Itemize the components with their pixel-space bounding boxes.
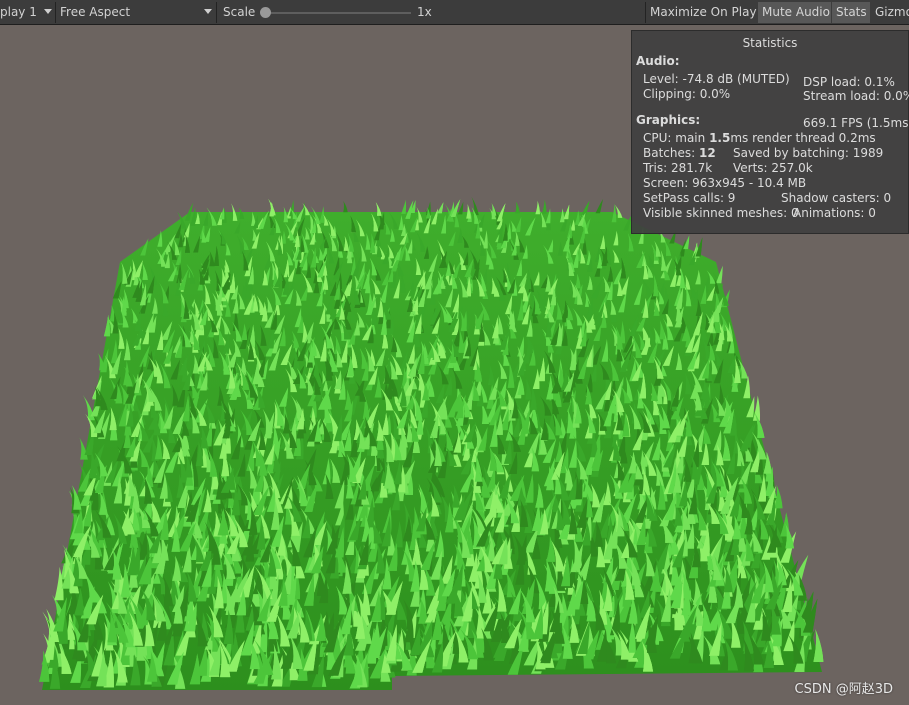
grass-blade [343,201,348,213]
screen-stat: Screen: 963x945 - 10.4 MB [643,176,807,190]
stream-load: Stream load: 0.0% [803,89,909,103]
display-dropdown[interactable]: play 1 [0,3,37,22]
grass-blade [535,200,540,215]
cpu-suffix: ms render thread 0.2ms [730,131,876,145]
verts-stat: Verts: 257.0k [733,161,813,175]
grass-blade [595,199,604,214]
tris-stat: Tris: 281.7k [643,161,713,175]
saved-by-batching: Saved by batching: 1989 [733,146,884,160]
cpu-stats: CPU: main 1.5ms render thread 0.2ms [643,131,876,145]
dsp-load: DSP load: 0.1% [803,75,895,89]
toolbar-divider [216,2,217,23]
grass-blade [683,235,690,250]
scale-slider[interactable] [266,12,411,14]
batches-stat: Batches: 12 [643,146,716,160]
audio-clipping: Clipping: 0.0% [643,87,731,101]
audio-header: Audio: [636,54,680,68]
graphics-header: Graphics: [636,113,701,127]
batches-value: 12 [699,146,716,160]
grass-blade [515,201,520,214]
batches-prefix: Batches: [643,146,696,160]
chevron-down-icon [204,9,212,14]
scale-label: Scale [223,5,256,19]
grass-blade [542,199,547,214]
grass-blade [563,204,570,220]
scale-slider-handle[interactable] [260,7,271,18]
stats-title: Statistics [742,36,798,50]
display-dropdown-label: play 1 [0,5,37,19]
shadow-casters: Shadow casters: 0 [781,191,892,205]
maximize-on-play-button[interactable]: Maximize On Play [646,2,757,23]
game-view-toolbar: play 1 Free Aspect Scale 1x Maximize On … [0,0,909,25]
setpass-calls: SetPass calls: 9 [643,191,736,205]
statistics-panel: Statistics Audio: Level: -74.8 dB (MUTED… [631,30,909,234]
watermark: CSDN @阿赵3D [794,682,893,697]
gizmos-button[interactable]: Gizmo [871,2,909,23]
grass-blade [103,314,110,337]
mute-audio-button[interactable]: Mute Audio [758,2,831,23]
fps-readout: 669.1 FPS (1.5ms) [803,116,909,130]
cpu-prefix: CPU: main [643,131,706,145]
grass-blade [437,202,444,214]
chevron-down-icon [44,9,52,14]
audio-level: Level: -74.8 dB (MUTED) [643,72,790,86]
stats-button[interactable]: Stats [832,2,870,23]
visible-skinned-meshes: Visible skinned meshes: 0 [643,206,799,220]
animations-stat: Animations: 0 [793,206,876,220]
scale-value: 1x [417,5,432,19]
aspect-dropdown-label: Free Aspect [60,5,131,19]
toolbar-divider [55,2,56,23]
cpu-main-value: 1.5 [709,131,731,145]
aspect-dropdown[interactable]: Free Aspect [60,3,130,22]
grass-blade [401,199,407,214]
